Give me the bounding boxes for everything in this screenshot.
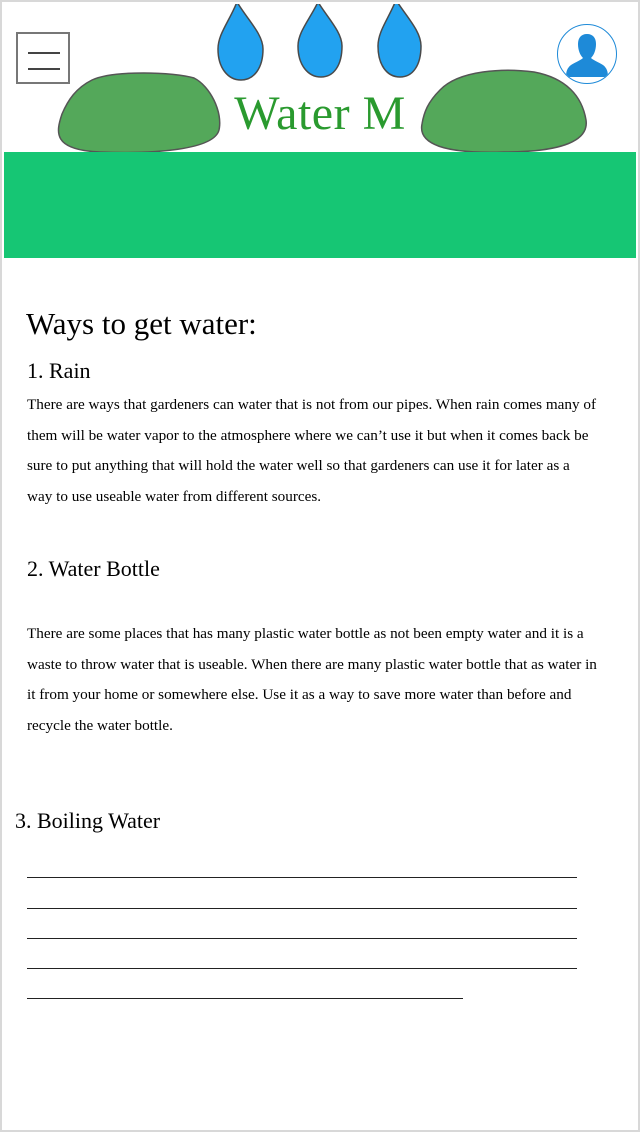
section-title-water-bottle: 2. Water Bottle (27, 556, 160, 581)
header: Water M (4, 4, 636, 154)
page-heading: Ways to get water: (26, 306, 257, 341)
hero-banner (4, 152, 636, 258)
section-title-rain: 1. Rain (27, 358, 91, 383)
site-title: Water M (234, 87, 406, 140)
water-drop-icon (217, 4, 264, 81)
user-avatar-icon (566, 34, 608, 77)
blank-line (27, 877, 577, 878)
blank-line (27, 998, 463, 999)
blank-line (27, 968, 577, 969)
section-body-water-bottle: There are some places that has many plas… (27, 625, 597, 734)
blank-line (27, 908, 577, 909)
section-title-boiling-water: 3. Boiling Water (15, 808, 161, 833)
section-body-rain: There are ways that gardeners can water … (27, 396, 597, 505)
user-avatar-button[interactable] (557, 24, 617, 84)
blank-line (27, 938, 577, 939)
water-drop-icon (297, 4, 343, 78)
water-drop-icon (377, 4, 422, 78)
menu-button[interactable] (16, 32, 70, 84)
